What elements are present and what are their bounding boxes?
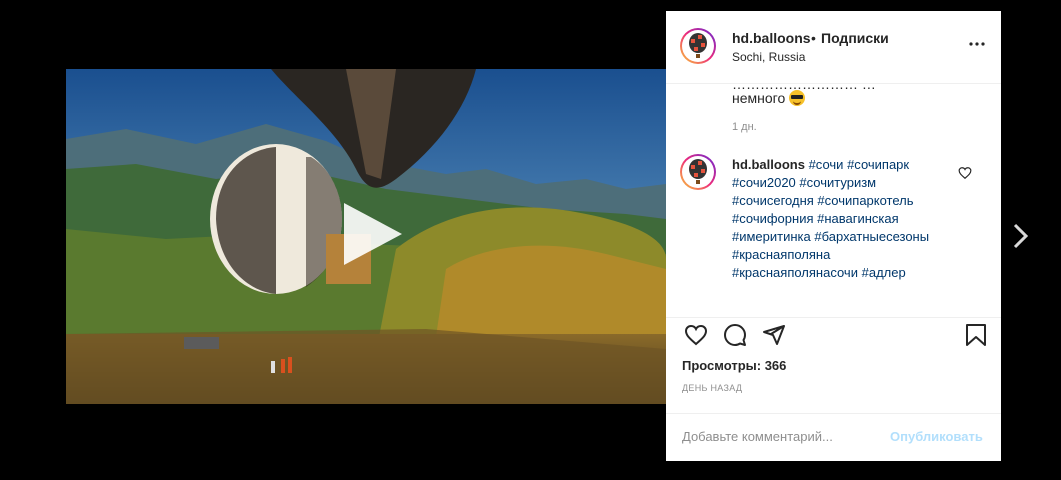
share-button[interactable]	[754, 317, 794, 353]
views-count[interactable]: Просмотры: 366	[682, 358, 786, 373]
hashtag-link[interactable]: #сочипаркотель	[817, 193, 913, 208]
save-button[interactable]	[956, 317, 996, 353]
heart-icon	[684, 324, 708, 346]
balloon-icon	[689, 33, 707, 58]
hashtag-link[interactable]: #краснаяполяна	[732, 247, 830, 262]
bookmark-icon	[966, 324, 986, 346]
caption-avatar[interactable]	[680, 154, 716, 190]
comment-button[interactable]	[715, 317, 755, 353]
following-button[interactable]: Подписки	[821, 30, 889, 46]
comment-icon	[724, 324, 746, 346]
previous-comment-text: немного	[732, 89, 806, 107]
add-comment-bar: Добавьте комментарий... Опубликовать	[666, 413, 1001, 462]
paper-plane-icon	[763, 325, 785, 345]
hashtag-link[interactable]: #сочифорния	[732, 211, 814, 226]
hashtag-link[interactable]: #краснаяполянасочи	[732, 265, 858, 280]
comment-input[interactable]: Добавьте комментарий...	[682, 429, 833, 444]
play-icon[interactable]	[336, 199, 406, 269]
more-options-icon[interactable]	[968, 41, 986, 47]
post-actions	[666, 317, 1001, 362]
post-header: hd.balloons • Подписки Sochi, Russia	[666, 11, 1001, 84]
hashtag-link[interactable]: #сочипарк	[847, 157, 909, 172]
hashtag-link[interactable]: #навагинская	[817, 211, 899, 226]
post-caption: hd.balloons #сочи #сочипарк #сочи2020 #с…	[732, 156, 947, 282]
hashtag-link[interactable]: #адлер	[862, 265, 906, 280]
hashtag-link[interactable]: #сочи	[809, 157, 844, 172]
publish-button[interactable]: Опубликовать	[890, 429, 983, 444]
balloon-icon	[689, 159, 707, 184]
hashtag-link[interactable]: #бархатныесезоны	[814, 229, 929, 244]
post-date[interactable]: ДЕНЬ НАЗАД	[682, 383, 742, 393]
hashtag-link[interactable]: #сочисегодня	[732, 193, 814, 208]
comment-like-icon[interactable]	[958, 166, 972, 180]
caption-username[interactable]: hd.balloons	[732, 157, 805, 172]
previous-comment-word: немного	[732, 90, 786, 106]
comments-section[interactable]: ……………………… … немного 1 дн. hd.balloons #с…	[666, 84, 1001, 318]
hashtag-link[interactable]: #сочитуризм	[799, 175, 876, 190]
hashtag-link[interactable]: #имеритинка	[732, 229, 811, 244]
separator-dot: •	[811, 30, 816, 46]
post-location[interactable]: Sochi, Russia	[732, 50, 805, 64]
next-post-arrow-icon[interactable]	[1011, 221, 1031, 251]
post-panel: hd.balloons • Подписки Sochi, Russia …………	[666, 11, 1001, 461]
previous-comment-time: 1 дн.	[732, 121, 757, 133]
avatar[interactable]	[680, 28, 716, 64]
post-username[interactable]: hd.balloons	[732, 30, 811, 46]
hashtag-link[interactable]: #сочи2020	[732, 175, 796, 190]
video-player[interactable]	[66, 69, 666, 404]
like-button[interactable]	[676, 317, 716, 353]
sunglasses-emoji-icon	[789, 90, 806, 106]
